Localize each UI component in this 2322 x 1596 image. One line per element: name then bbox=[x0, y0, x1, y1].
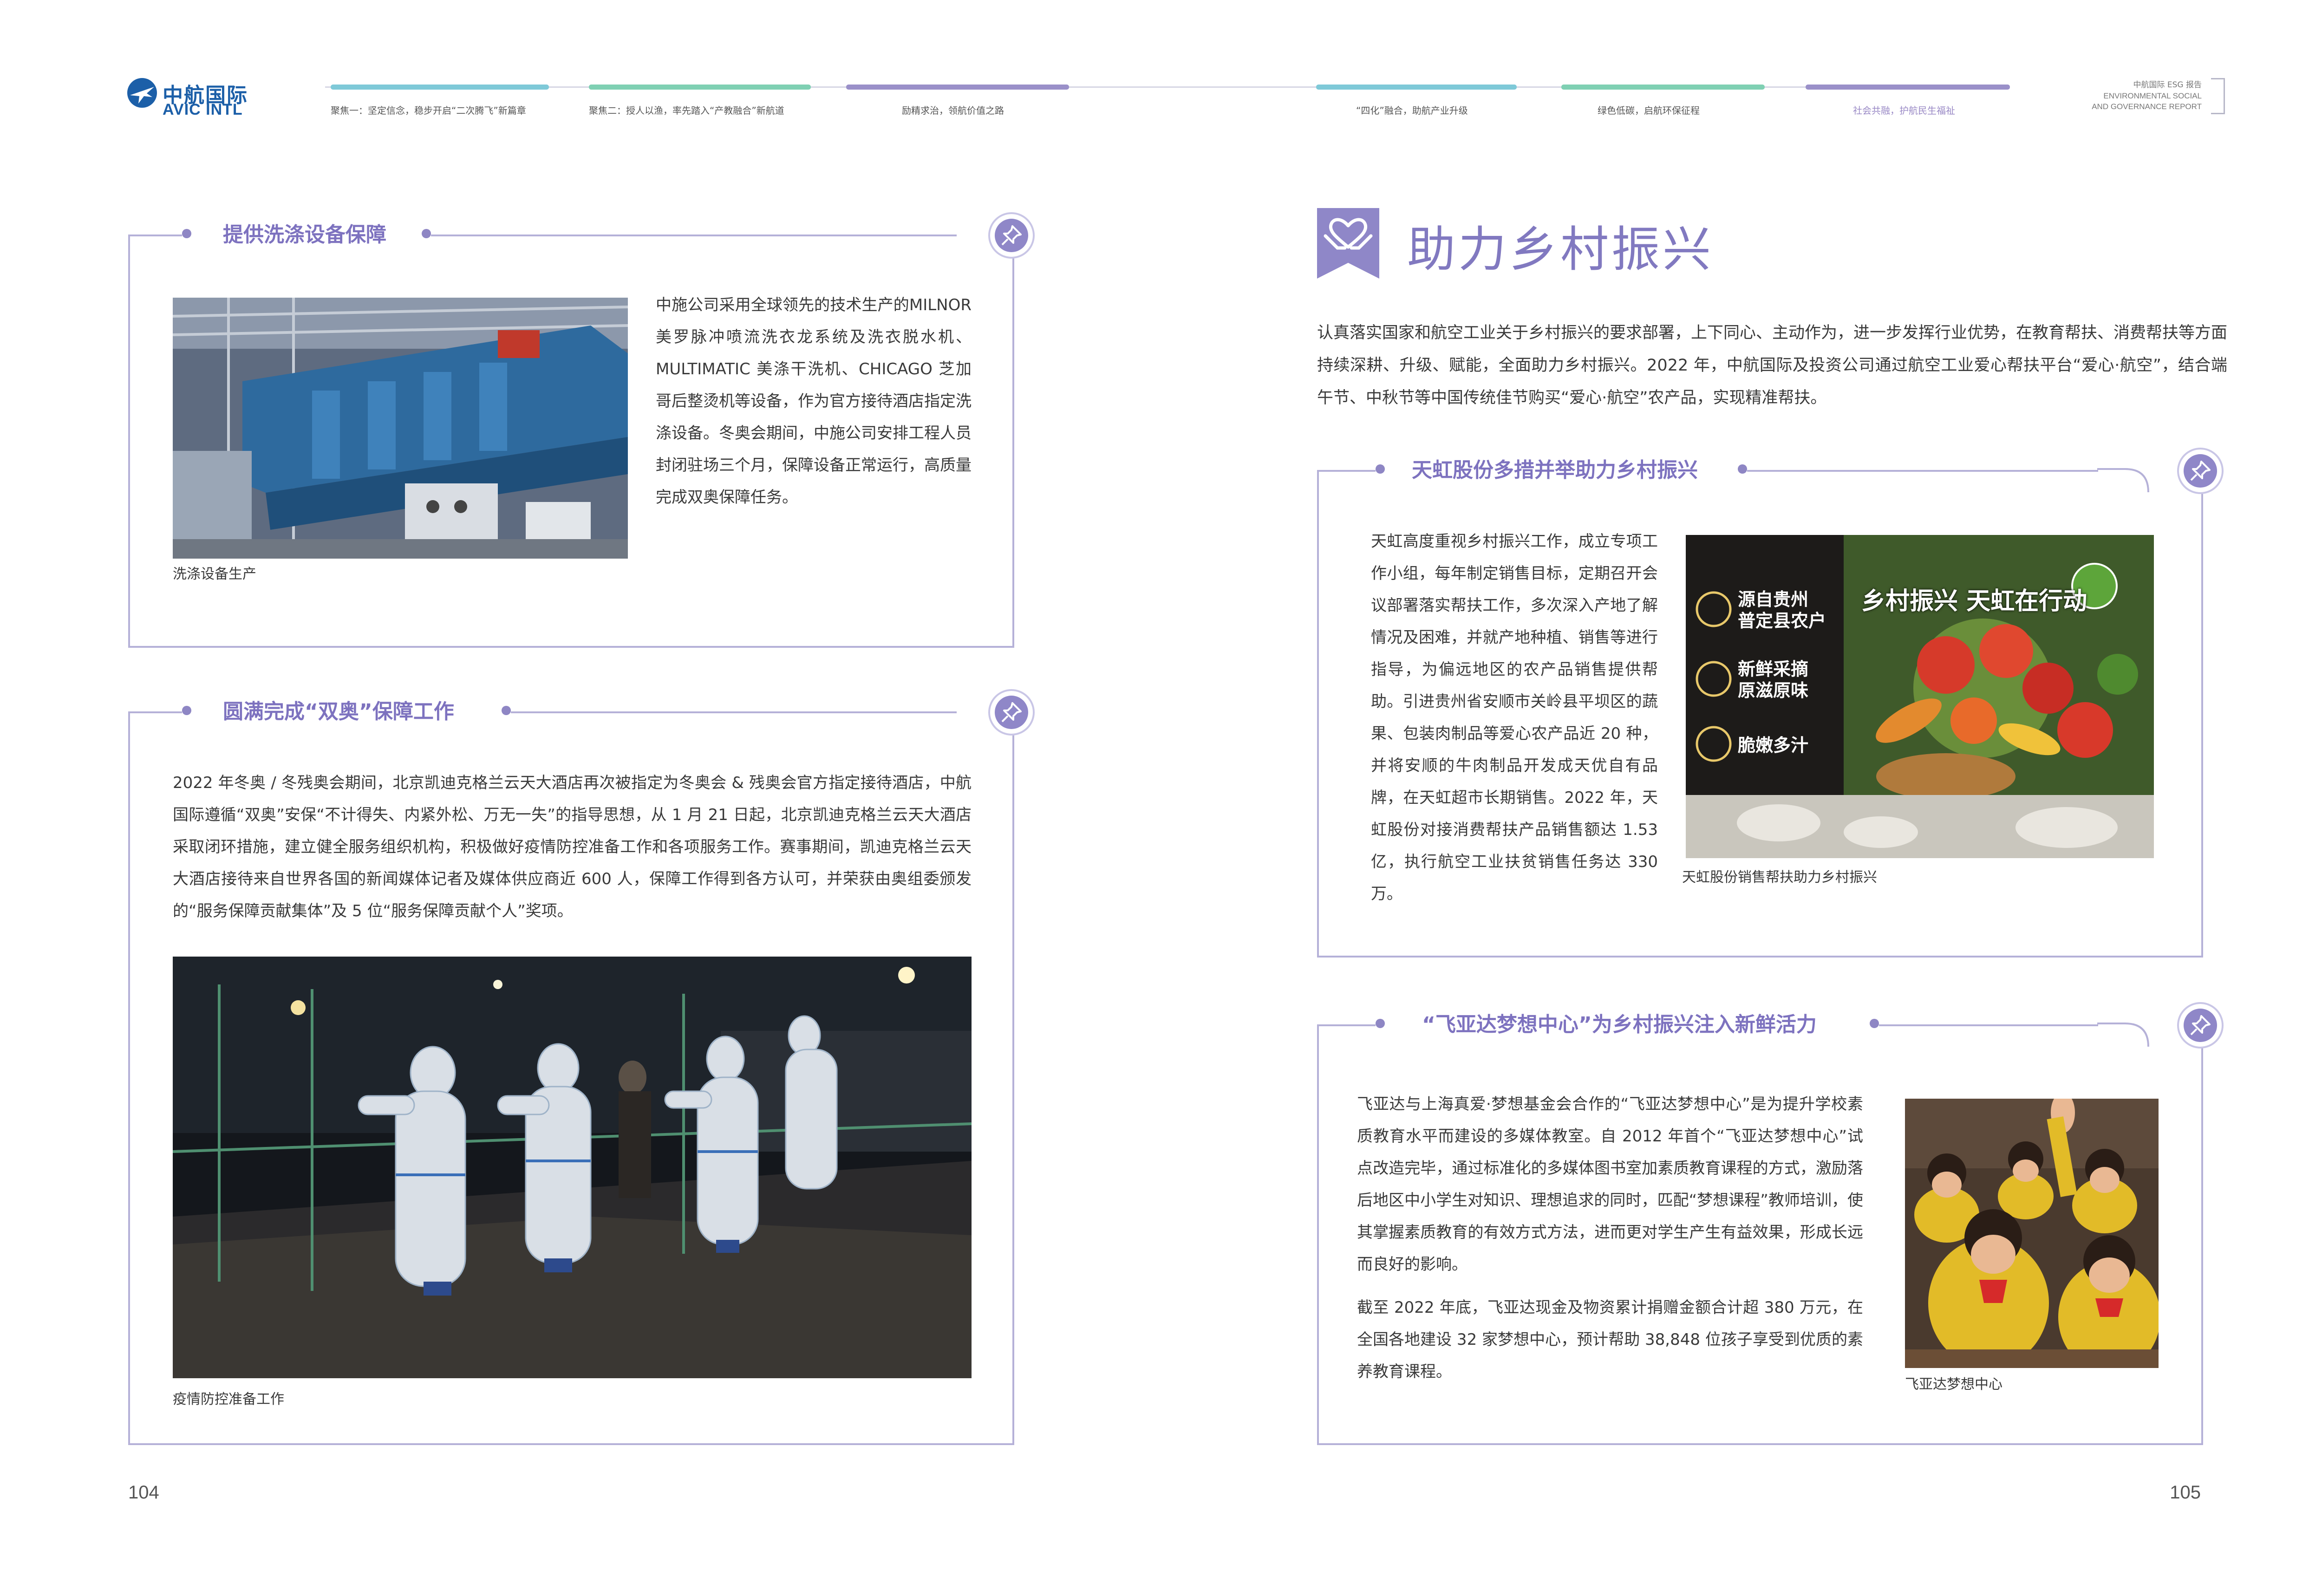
report-bracket bbox=[2211, 78, 2225, 114]
pushpin-icon bbox=[1001, 225, 1022, 246]
title-dot bbox=[1738, 464, 1747, 474]
pin-badge bbox=[988, 212, 1035, 259]
card-top-line bbox=[511, 711, 957, 713]
nav-item-focus-2[interactable]: 聚焦二：授人以渔，率先踏入“产教融合”新航道 bbox=[589, 103, 784, 117]
poster-item-3: 脆嫩多汁 bbox=[1738, 735, 1809, 756]
olympics-card: 圆满完成“双奥”保障工作 2022 年冬奥 / 冬残奥会期间，北京凯迪克格兰云天… bbox=[128, 689, 1035, 1445]
nav-item-governance[interactable]: 励精求治，领航价值之路 bbox=[902, 103, 1004, 117]
dream-center-caption: 飞亚达梦想中心 bbox=[1905, 1376, 2002, 1393]
olympics-text: 2022 年冬奥 / 冬残奥会期间，北京凯迪克格兰云天大酒店再次被指定为冬奥会 … bbox=[173, 774, 972, 920]
pushpin-icon bbox=[2190, 1015, 2211, 1036]
card-top-line bbox=[128, 711, 182, 713]
report-tag-en-2: AND GOVERNANCE REPORT bbox=[2092, 102, 2202, 111]
laundry-card: 提供洗涤设备保障 洗涤设备生产 中施公司采用全球领先的技术生产的MILNOR 美… bbox=[128, 212, 1035, 648]
feiyada-text-1: 飞亚达与上海真爱·梦想基金会合作的“飞亚达梦想中心”是为提升学校素质教育水平而建… bbox=[1357, 1095, 1863, 1274]
feiyada-title: “飞亚达梦想中心”为乡村振兴注入新鲜活力 bbox=[1422, 1013, 1817, 1036]
card-top-line bbox=[1879, 1024, 2098, 1026]
nav-segment-6 bbox=[1806, 85, 2010, 90]
card-top-line bbox=[1747, 470, 2098, 472]
title-dot bbox=[1376, 464, 1385, 474]
card-top-line bbox=[128, 235, 182, 236]
epidemic-prevention-photo bbox=[173, 957, 972, 1378]
plane-logo-icon bbox=[127, 78, 157, 108]
card-corner-curve bbox=[2097, 468, 2149, 493]
title-dot bbox=[182, 706, 191, 715]
laundry-title: 提供洗涤设备保障 bbox=[223, 223, 386, 247]
section-intro: 认真落实国家和航空工业关于乡村振兴的要求部署，上下同心、主动作为，进一步发挥行业… bbox=[1317, 324, 2228, 407]
tianhong-card: 天虹股份多措并举助力乡村振兴 天虹高度重视乡村振兴工作，成立专项工作小组，每年制… bbox=[1317, 448, 2224, 958]
nav-segment-2 bbox=[589, 85, 811, 90]
card-corner-curve bbox=[2097, 1023, 2149, 1047]
card-top-line bbox=[1317, 1024, 1376, 1026]
poster-item-2: 新鲜采摘 原滋原味 bbox=[1738, 659, 1809, 701]
tianhong-text: 天虹高度重视乡村振兴工作，成立专项工作小组，每年制定销售目标，定期召开会议部署落… bbox=[1371, 532, 1658, 903]
pushpin-icon bbox=[2190, 461, 2211, 481]
nav-item-environment[interactable]: 绿色低碳，启航环保征程 bbox=[1598, 103, 1700, 117]
card-top-line bbox=[1317, 470, 1376, 472]
logo-en-text: AVIC INTL bbox=[163, 101, 243, 118]
page-number-right: 105 bbox=[2170, 1482, 2201, 1503]
tianhong-caption: 天虹股份销售帮扶助力乡村振兴 bbox=[1682, 869, 1877, 886]
feiyada-card: “飞亚达梦想中心”为乡村振兴注入新鲜活力 飞亚达与上海真爱·梦想基金会合作的“飞… bbox=[1317, 1002, 2224, 1445]
section-title: 助力乡村振兴 bbox=[1407, 221, 1714, 278]
heart-hands-icon bbox=[1317, 208, 1379, 279]
avic-logo: 中航国际 AVIC INTL bbox=[125, 77, 247, 123]
title-dot bbox=[502, 706, 511, 715]
tianhong-title: 天虹股份多措并举助力乡村振兴 bbox=[1412, 458, 1698, 482]
title-dot bbox=[182, 229, 191, 238]
pushpin-icon bbox=[1001, 702, 1022, 723]
laundry-caption: 洗涤设备生产 bbox=[173, 566, 256, 582]
title-dot bbox=[1870, 1019, 1879, 1028]
feiyada-text-2: 截至 2022 年底，飞亚达现金及物资累计捐赠金额合计超 380 万元，在全国各… bbox=[1357, 1298, 1863, 1381]
pin-badge bbox=[2177, 448, 2224, 494]
rural-products-poster-photo: 乡村振兴 天虹在行动 源自贵州 普定县农户 新鲜采摘 原滋原味 脆嫩多汁 bbox=[1686, 535, 2154, 858]
epidemic-caption: 疫情防控准备工作 bbox=[173, 1391, 284, 1407]
report-tag-cn: 中航国际 ESG 报告 bbox=[2133, 80, 2202, 90]
nav-segment-5 bbox=[1561, 85, 1765, 90]
poster-item-1: 源自贵州 普定县农户 bbox=[1738, 589, 1826, 631]
nav-item-social[interactable]: 社会共融，护航民生福祉 bbox=[1853, 103, 1955, 117]
nav-item-focus-1[interactable]: 聚焦一：坚定信念，稳步开启“二次腾飞”新篇章 bbox=[331, 103, 526, 117]
report-tag-en-1: ENVIRONMENTAL SOCIAL bbox=[2103, 91, 2202, 100]
page-number-left: 104 bbox=[128, 1482, 159, 1503]
olympics-title: 圆满完成“双奥”保障工作 bbox=[223, 700, 454, 723]
dream-center-photo bbox=[1905, 1099, 2159, 1368]
laundry-text: 中施公司采用全球领先的技术生产的MILNOR 美罗脉冲喷流洗衣龙系统及洗衣脱水机… bbox=[656, 296, 972, 507]
title-dot bbox=[422, 229, 431, 238]
nav-segment-3 bbox=[846, 85, 1069, 90]
laundry-equipment-photo bbox=[173, 298, 628, 559]
nav-item-industry[interactable]: “四化”融合，助航产业升级 bbox=[1356, 103, 1468, 117]
card-top-line bbox=[431, 235, 957, 236]
nav-segment-4 bbox=[1316, 85, 1517, 90]
report-tag: 中航国际 ESG 报告 ENVIRONMENTAL SOCIAL AND GOV… bbox=[2092, 80, 2202, 112]
nav-segment-1 bbox=[331, 85, 549, 90]
title-dot bbox=[1376, 1019, 1385, 1028]
pin-badge bbox=[988, 689, 1035, 736]
pin-badge bbox=[2177, 1002, 2224, 1049]
poster-banner-text: 乡村振兴 天虹在行动 bbox=[1861, 587, 2087, 615]
